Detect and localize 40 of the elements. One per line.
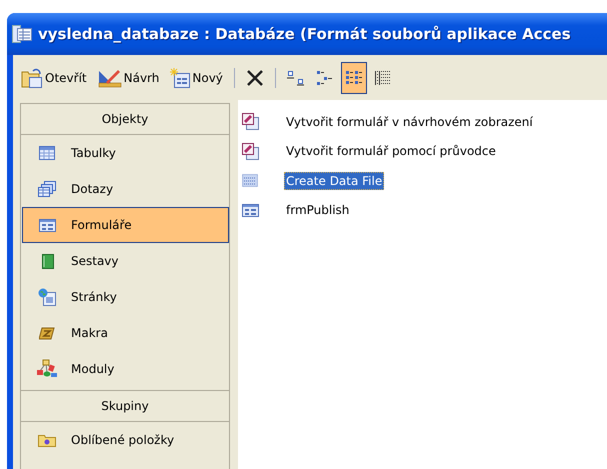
toolbar-icon-button[interactable] xyxy=(340,62,367,94)
list-item[interactable]: Vytvořit formulář pomocí průvodce xyxy=(284,142,498,160)
sidebar-item[interactable]: Dotazy xyxy=(22,171,229,207)
stacked-tables-icon xyxy=(38,181,56,197)
folder-icon xyxy=(38,433,56,447)
sidebar-item[interactable]: Sestavy xyxy=(22,243,229,279)
list-item[interactable]: frmPublish xyxy=(284,201,352,220)
web-page-icon xyxy=(38,288,56,306)
sidebar-item[interactable]: Formuláře xyxy=(22,207,229,243)
details-icon xyxy=(374,70,392,86)
scroll-icon xyxy=(39,326,55,340)
small-icons-icon xyxy=(316,70,334,86)
delete-icon xyxy=(246,68,264,86)
new-form-icon xyxy=(170,68,190,88)
toolbar-button[interactable]: Návrh xyxy=(94,62,164,94)
module-icon xyxy=(36,359,58,379)
form-icon xyxy=(38,218,56,232)
form-icon xyxy=(242,204,259,217)
sidebar-item[interactable]: Oblíbené položky xyxy=(22,422,229,458)
sidebar-item[interactable]: Moduly xyxy=(22,351,229,387)
table-icon xyxy=(39,146,55,160)
window-title: vysledna_databaze : Databáze (Formát souborů aplikace Acces xyxy=(38,25,571,43)
form-wizard-icon xyxy=(242,142,259,160)
open-icon xyxy=(21,68,43,88)
toolbar-button[interactable]: Otevřít xyxy=(17,62,91,94)
dotted-grid-icon xyxy=(242,174,258,188)
sidebar-item[interactable]: Stránky xyxy=(22,279,229,315)
sidebar-item[interactable]: Makra xyxy=(22,315,229,351)
toolbar-button[interactable]: Nový xyxy=(166,62,227,94)
list-icon xyxy=(344,70,363,86)
section-header[interactable]: Skupiny xyxy=(21,390,229,422)
ruler-pencil-icon xyxy=(98,68,122,88)
large-icons-icon xyxy=(286,70,305,86)
section-header[interactable]: Objekty xyxy=(21,104,229,135)
database-icon xyxy=(12,25,32,43)
book-icon xyxy=(40,254,54,268)
sidebar-item[interactable]: Tabulky xyxy=(22,135,229,171)
list-item[interactable]: Create Data File xyxy=(284,172,384,190)
form-wizard-icon xyxy=(242,113,259,130)
list-item[interactable]: Vytvořit formulář v návrhovém zobrazení xyxy=(284,112,535,131)
